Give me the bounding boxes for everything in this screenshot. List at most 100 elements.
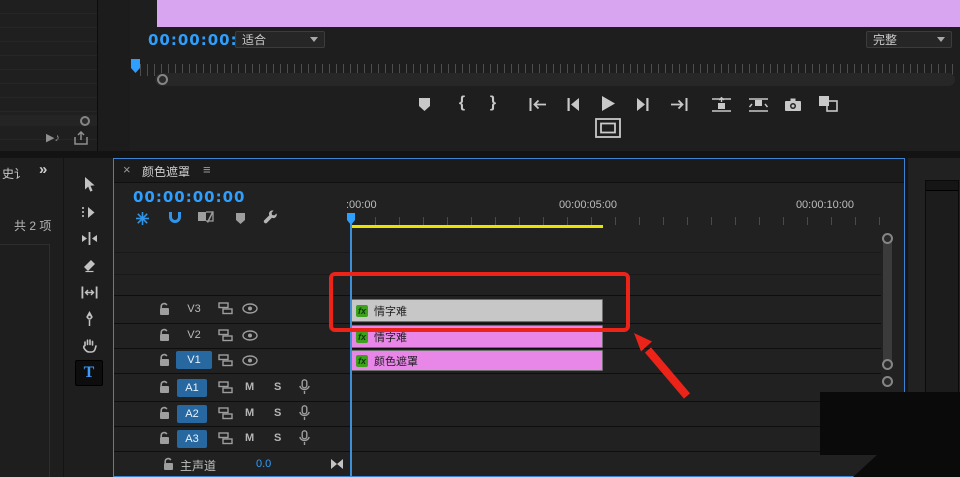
clip-v1[interactable]: fx 颜色遮罩 bbox=[351, 350, 603, 371]
vscroll-knob-bottom[interactable] bbox=[882, 359, 893, 370]
chevron-down-icon bbox=[310, 37, 318, 46]
track-label-a1[interactable]: A1 bbox=[177, 379, 207, 397]
hand-tool[interactable] bbox=[78, 335, 100, 355]
track-label-a3[interactable]: A3 bbox=[177, 430, 207, 448]
type-tool[interactable]: T bbox=[75, 360, 103, 386]
vscroll-knob-top[interactable] bbox=[882, 233, 893, 244]
mute-button[interactable]: M bbox=[245, 381, 254, 393]
lock-icon[interactable] bbox=[158, 328, 171, 342]
lock-icon[interactable] bbox=[162, 457, 175, 471]
play-button[interactable] bbox=[597, 92, 619, 114]
lock-icon[interactable] bbox=[158, 353, 171, 367]
workarea-bar[interactable] bbox=[351, 225, 603, 228]
fit-dropdown-value: 适合 bbox=[242, 31, 266, 48]
ripple-edit-tool[interactable] bbox=[78, 228, 100, 248]
eye-icon[interactable] bbox=[242, 303, 258, 314]
track-label-v1[interactable]: V1 bbox=[176, 351, 212, 369]
mute-button[interactable]: M bbox=[245, 432, 254, 444]
program-zoombar[interactable] bbox=[155, 73, 955, 86]
add-marker-button[interactable] bbox=[413, 93, 435, 115]
sync-lock-icon[interactable] bbox=[218, 329, 233, 342]
ruler-label-end: 00:00:10:00 bbox=[785, 199, 865, 211]
step-forward-button[interactable] bbox=[632, 93, 654, 115]
razor-tool[interactable] bbox=[78, 255, 100, 275]
mark-in-button[interactable]: { bbox=[451, 92, 473, 114]
sync-lock-icon[interactable] bbox=[218, 354, 233, 367]
lock-icon[interactable] bbox=[158, 302, 171, 316]
quality-dropdown[interactable]: 完整 bbox=[866, 31, 952, 48]
sync-lock-icon[interactable] bbox=[218, 381, 233, 394]
right-panel-box bbox=[925, 180, 959, 461]
playhead-icon[interactable] bbox=[346, 212, 356, 226]
timeline-tab-label[interactable]: 颜色遮罩 bbox=[142, 163, 190, 180]
timeline-settings-wrench-icon[interactable] bbox=[262, 209, 279, 226]
program-zoombar-knob[interactable] bbox=[157, 74, 168, 85]
right-side-panel bbox=[908, 158, 960, 477]
vscroll-knob-extra[interactable] bbox=[882, 376, 893, 387]
program-matte-preview bbox=[157, 0, 960, 27]
mic-icon[interactable] bbox=[298, 430, 311, 446]
bowtie-keyframe-icon[interactable] bbox=[330, 458, 344, 470]
track-label-a2[interactable]: A2 bbox=[177, 405, 207, 423]
playhead-line[interactable] bbox=[350, 213, 352, 476]
linked-selection-icon[interactable] bbox=[196, 209, 214, 225]
history-tab[interactable]: 史讠 bbox=[2, 165, 26, 182]
master-track-header[interactable]: 主声道 0.0 bbox=[114, 451, 881, 477]
lock-icon[interactable] bbox=[158, 380, 171, 394]
subpanel-divider-v bbox=[49, 244, 50, 477]
sync-lock-icon[interactable] bbox=[218, 432, 233, 445]
step-back-button[interactable] bbox=[562, 93, 584, 115]
solo-button[interactable]: S bbox=[274, 432, 281, 444]
mark-out-button[interactable]: } bbox=[482, 92, 504, 114]
source-hscrollbar-knob[interactable] bbox=[80, 116, 90, 126]
close-icon[interactable]: × bbox=[123, 162, 131, 177]
panel-menu-icon[interactable]: ≡ bbox=[203, 162, 211, 177]
timeline-ruler[interactable] bbox=[351, 217, 883, 225]
solo-button[interactable]: S bbox=[274, 407, 281, 419]
clip-label: 颜色遮罩 bbox=[374, 353, 418, 369]
nest-insert-icon[interactable] bbox=[134, 210, 151, 226]
lock-icon[interactable] bbox=[158, 406, 171, 420]
go-to-in-button[interactable] bbox=[527, 93, 549, 115]
master-gain-value[interactable]: 0.0 bbox=[256, 458, 271, 470]
panel-divider bbox=[0, 151, 960, 158]
timeline-vscrollbar-thumb[interactable] bbox=[883, 239, 892, 365]
master-track-label: 主声道 bbox=[180, 457, 216, 474]
safe-margins-button[interactable] bbox=[595, 118, 621, 138]
mic-icon[interactable] bbox=[298, 379, 311, 395]
eye-icon[interactable] bbox=[242, 330, 258, 341]
pen-tool[interactable] bbox=[78, 308, 100, 328]
track-select-tool[interactable] bbox=[78, 202, 100, 222]
export-frame-button[interactable] bbox=[781, 93, 805, 115]
mic-icon[interactable] bbox=[298, 405, 311, 421]
ruler-label-start: :00:00 bbox=[346, 199, 377, 211]
lock-icon[interactable] bbox=[158, 431, 171, 445]
panel-expand-chevrons[interactable]: » bbox=[39, 161, 47, 178]
track-label-v3[interactable]: V3 bbox=[176, 300, 212, 318]
track-header-a1[interactable]: A1 M S bbox=[114, 373, 881, 401]
source-list-panel bbox=[0, 0, 98, 151]
track-header-a2[interactable]: A2 M S bbox=[114, 401, 881, 426]
item-count-label: 共 2 项 bbox=[14, 217, 51, 234]
mute-button[interactable]: M bbox=[245, 407, 254, 419]
slip-tool[interactable] bbox=[77, 282, 101, 302]
track-label-v2[interactable]: V2 bbox=[176, 326, 212, 344]
snap-magnet-icon[interactable] bbox=[166, 210, 183, 226]
export-icon[interactable] bbox=[74, 131, 88, 145]
selection-tool[interactable] bbox=[78, 174, 100, 194]
extract-button[interactable] bbox=[746, 93, 770, 115]
go-to-out-button[interactable] bbox=[668, 93, 690, 115]
program-playhead-icon[interactable] bbox=[130, 58, 141, 76]
sync-lock-icon[interactable] bbox=[218, 407, 233, 420]
sync-lock-icon[interactable] bbox=[218, 302, 233, 315]
solo-button[interactable]: S bbox=[274, 381, 281, 393]
fx-badge-icon: fx bbox=[356, 355, 368, 367]
track-header-a3[interactable]: A3 M S bbox=[114, 426, 881, 451]
fit-dropdown[interactable]: 适合 bbox=[235, 31, 325, 48]
lift-button[interactable] bbox=[709, 93, 733, 115]
eye-icon[interactable] bbox=[242, 355, 258, 366]
comparison-view-button[interactable] bbox=[815, 92, 841, 114]
timeline-marker-icon[interactable] bbox=[234, 211, 247, 225]
timeline-timecode[interactable]: 00:00:00:00 bbox=[133, 188, 246, 206]
play-audio-icon[interactable]: ▶♪ bbox=[46, 131, 60, 144]
